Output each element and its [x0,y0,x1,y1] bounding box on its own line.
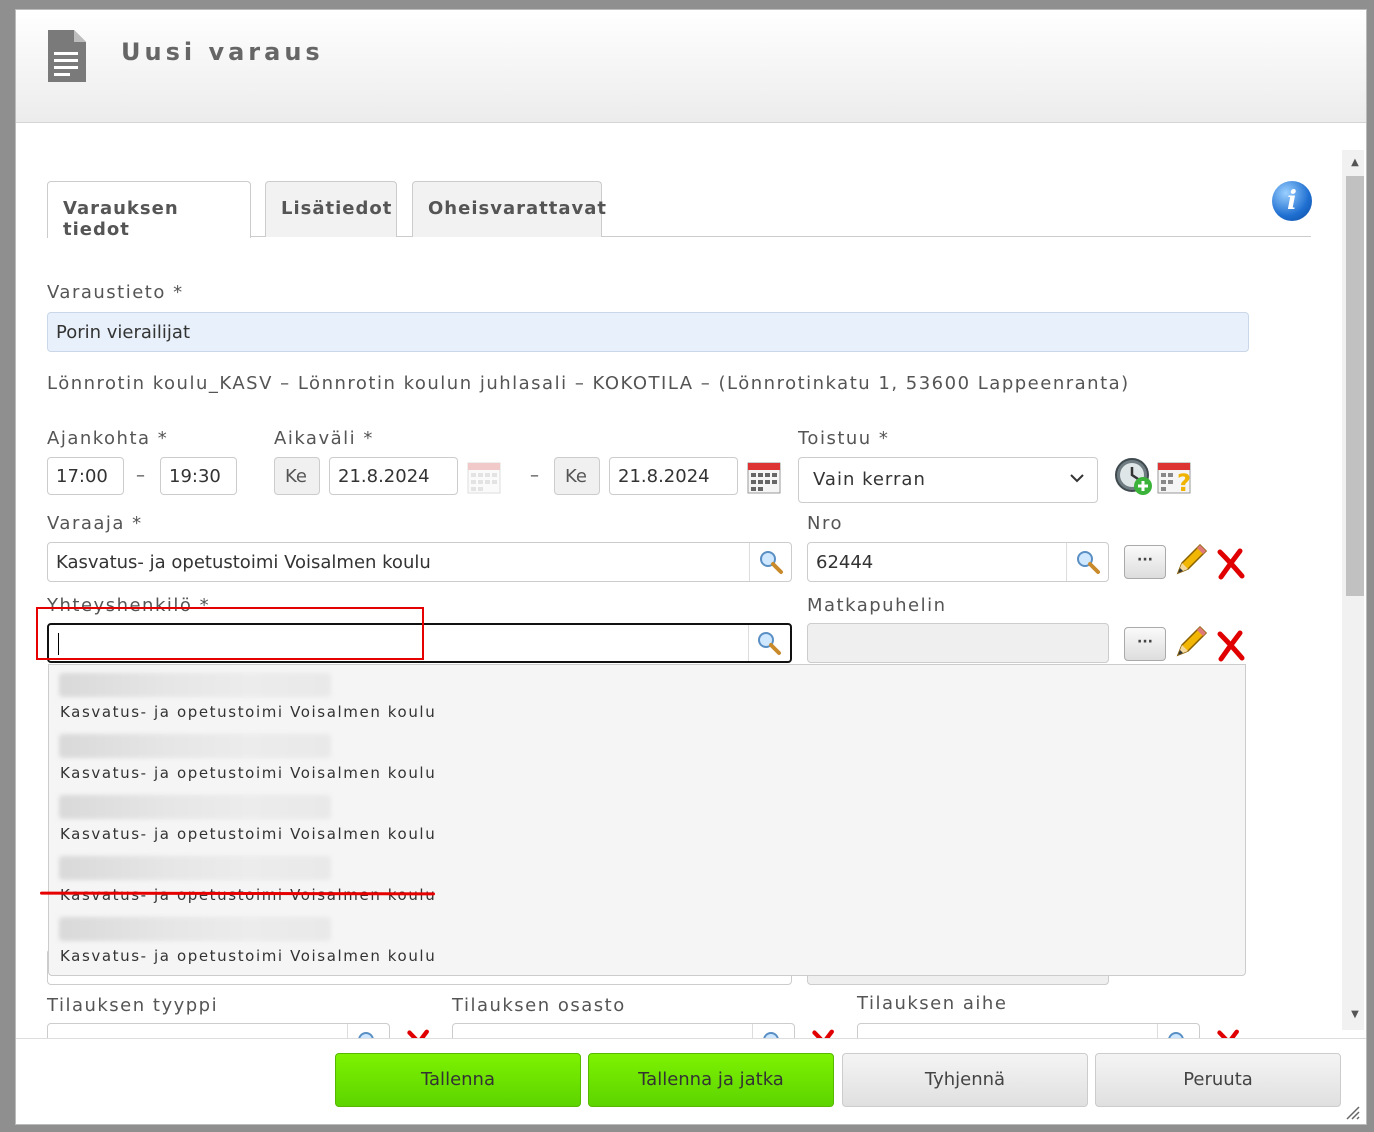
time-dash: – [136,465,145,486]
end-time-input[interactable]: 19:30 [160,457,237,495]
toistuu-value: Vain kerran [813,469,926,490]
save-and-continue-button[interactable]: Tallenna ja jatka [588,1053,834,1107]
chevron-down-icon [1070,474,1084,483]
tab-bar: Varauksen tiedot Lisätiedot Oheisvaratta… [47,181,1311,240]
scroll-up-arrow-icon[interactable]: ▲ [1346,154,1364,172]
delete-x-icon[interactable] [1216,548,1246,580]
redacted-name [59,734,331,758]
tilauksen-aihe-input[interactable] [857,1023,1200,1038]
scrollbar-thumb[interactable] [1346,176,1364,596]
resize-handle-icon[interactable] [1344,1104,1360,1120]
search-icon [763,1032,779,1038]
list-item[interactable]: Kasvatus- ja opetustoimi Voisalmen koulu [49,909,1245,970]
end-day-field: Ke [554,457,600,495]
start-day-field: Ke [274,457,320,495]
svg-text:?: ? [1177,469,1191,496]
nro-label: Nro [807,513,843,534]
redacted-name [59,856,331,880]
new-booking-dialog: Uusi varaus ▲ ▼ Varauksen tiedot Lisätie… [15,9,1367,1125]
start-time-input[interactable]: 17:00 [47,457,124,495]
tilauksen-aihe-search-button[interactable] [1157,1024,1199,1038]
tilauksen-aihe-label: Tilauksen aihe [857,993,1008,1014]
date-dash: – [530,465,539,486]
list-item-subtitle: Kasvatus- ja opetustoimi Voisalmen koulu [60,825,437,843]
tab-lisatiedot[interactable]: Lisätiedot [265,181,397,237]
varaaja-value: Kasvatus- ja opetustoimi Voisalmen koulu [56,552,431,573]
edit-pencil-icon[interactable] [1172,623,1210,661]
dialog-footer: Tallenna Tallenna ja jatka Tyhjennä Peru… [16,1038,1366,1124]
clear-button[interactable]: Tyhjennä [842,1053,1088,1107]
toistuu-label: Toistuu * [798,428,890,449]
delete-x-icon[interactable] [811,1029,837,1038]
yhteyshenkilo-search-button[interactable] [748,625,790,661]
dialog-content: Varauksen tiedot Lisätiedot Oheisvaratta… [16,123,1342,1038]
varaaja-search-button[interactable] [749,543,791,581]
list-item[interactable]: Kasvatus- ja opetustoimi Voisalmen koulu [49,726,1245,787]
add-time-clock-icon[interactable] [1114,457,1154,497]
search-icon [758,632,781,655]
calendar-question-icon[interactable]: ? [1157,458,1195,496]
end-date-input[interactable]: 21.8.2024 [609,457,738,495]
delete-x-icon[interactable] [406,1029,432,1038]
tilauksen-osasto-search-button[interactable] [752,1024,794,1038]
tilauksen-tyyppi-input[interactable] [47,1023,390,1038]
matkapuhelin-input[interactable] [807,623,1109,663]
search-icon [358,1032,374,1038]
dialog-title: Uusi varaus [121,38,324,66]
calendar-icon-disabled[interactable] [467,458,501,494]
tilauksen-tyyppi-label: Tilauksen tyyppi [47,995,219,1016]
varaaja-label: Varaaja * [47,513,143,534]
edit-pencil-icon[interactable] [1172,541,1210,579]
redacted-name [59,795,331,819]
list-item-subtitle: Kasvatus- ja opetustoimi Voisalmen koulu [60,764,437,782]
info-icon[interactable]: i [1272,181,1312,221]
list-item[interactable]: Kasvatus- ja opetustoimi Voisalmen koulu [49,848,1245,909]
yhteyshenkilo-more-button[interactable]: ··· [1124,627,1166,661]
varaustieto-input[interactable]: Porin vierailijat [47,312,1249,352]
aikavali-label: Aikaväli * [274,428,374,449]
annotation-highlight-box [36,607,424,660]
varaaja-input[interactable]: Kasvatus- ja opetustoimi Voisalmen koulu [47,542,792,582]
list-item[interactable]: Kasvatus- ja opetustoimi Voisalmen koulu [49,665,1245,726]
vertical-scrollbar[interactable]: ▲ ▼ [1342,150,1364,1030]
nro-search-button[interactable] [1066,543,1108,581]
redacted-name [59,673,331,697]
list-item[interactable]: Kasvatus- ja opetustoimi Voisalmen koulu [49,787,1245,848]
matkapuhelin-label: Matkapuhelin [807,595,947,616]
contact-autocomplete-dropdown: Kasvatus- ja opetustoimi Voisalmen koulu… [48,664,1246,976]
calendar-icon[interactable] [747,458,781,494]
document-icon [48,30,86,82]
tab-varauksen-tiedot[interactable]: Varauksen tiedot [47,181,251,240]
toistuu-select[interactable]: Vain kerran [798,457,1098,503]
delete-x-icon[interactable] [1216,630,1246,662]
start-date-input[interactable]: 21.8.2024 [329,457,458,495]
dialog-titlebar: Uusi varaus [16,10,1366,123]
list-item-subtitle: Kasvatus- ja opetustoimi Voisalmen koulu [60,947,437,965]
varaaja-more-button[interactable]: ··· [1124,545,1166,579]
tilauksen-osasto-input[interactable] [452,1023,795,1038]
search-icon [760,551,783,574]
scroll-down-arrow-icon[interactable]: ▼ [1346,1006,1364,1024]
tilauksen-osasto-label: Tilauksen osasto [452,995,626,1016]
search-icon [1168,1032,1184,1038]
cancel-button[interactable]: Peruuta [1095,1053,1341,1107]
nro-value: 62444 [816,552,874,573]
search-icon [1077,551,1100,574]
location-text: Lönnrotin koulu_KASV – Lönnrotin koulun … [47,373,1130,394]
tilauksen-tyyppi-search-button[interactable] [347,1024,389,1038]
delete-x-icon[interactable] [1216,1029,1242,1038]
nro-input[interactable]: 62444 [807,542,1109,582]
redacted-name [59,917,331,941]
ajankohta-label: Ajankohta * [47,428,169,449]
tab-oheisvarattavat[interactable]: Oheisvarattavat [412,181,606,237]
save-button[interactable]: Tallenna [335,1053,581,1107]
varaustieto-label: Varaustieto * [47,282,184,303]
list-item-subtitle: Kasvatus- ja opetustoimi Voisalmen koulu [60,703,437,721]
